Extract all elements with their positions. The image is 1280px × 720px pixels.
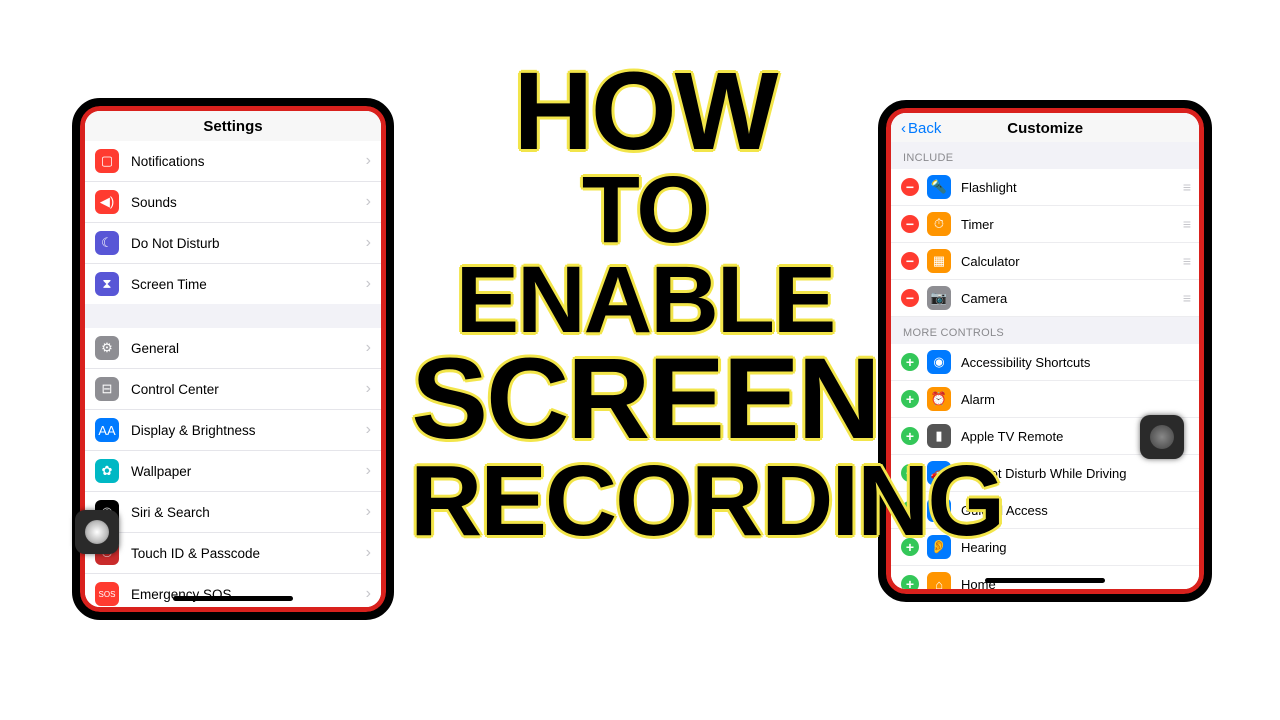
home-indicator[interactable]: [173, 596, 293, 601]
remove-button[interactable]: −: [901, 215, 919, 233]
customize-nav: ‹ Back Customize: [891, 113, 1199, 142]
alarm-icon: ⏰: [927, 387, 951, 411]
settings-phone-inner: Settings ▢Notifications›◀)Sounds›☾Do Not…: [80, 106, 386, 612]
settings-row-do-not-disturb[interactable]: ☾ Do Not Disturb›: [85, 223, 381, 264]
timer-icon: ⏱: [927, 212, 951, 236]
settings-row-label: Screen Time: [131, 277, 366, 292]
settings-section-divider: [85, 304, 381, 328]
customize-title: Customize: [901, 120, 1189, 137]
settings-row-wallpaper[interactable]: ✿ Wallpaper›: [85, 451, 381, 492]
settings-row-label: Notifications: [131, 154, 366, 169]
drag-handle-icon[interactable]: ≡: [1183, 290, 1189, 306]
chevron-right-icon: ›: [366, 462, 371, 480]
chevron-right-icon: ›: [366, 339, 371, 357]
control-row-timer[interactable]: −⏱ Timer≡: [891, 206, 1199, 243]
settings-row-label: General: [131, 341, 366, 356]
control-row-alarm[interactable]: + ⏰ Alarm: [891, 381, 1199, 418]
settings-row-label: Do Not Disturb: [131, 236, 366, 251]
control-row-label: Timer: [961, 217, 1183, 232]
chevron-right-icon: ›: [366, 421, 371, 439]
settings-title: Settings: [85, 111, 381, 141]
chevron-right-icon: ›: [366, 585, 371, 603]
sos-icon: SOS: [95, 582, 119, 606]
control-row-accessibility-shortcuts[interactable]: + ◉ Accessibility Shortcuts: [891, 344, 1199, 381]
control-row-flashlight[interactable]: −🔦 Flashlight≡: [891, 169, 1199, 206]
drag-handle-icon[interactable]: ≡: [1183, 253, 1189, 269]
display-icon: AA: [95, 418, 119, 442]
include-header: INCLUDE: [891, 142, 1199, 169]
general-icon: ⚙: [95, 336, 119, 360]
settings-row-label: Touch ID & Passcode: [131, 546, 366, 561]
assistivetouch-icon[interactable]: [1140, 415, 1184, 459]
settings-phone-frame: Settings ▢Notifications›◀)Sounds›☾Do Not…: [72, 98, 394, 620]
add-button[interactable]: +: [901, 353, 919, 371]
notif-icon: ▢: [95, 149, 119, 173]
calculator-icon: ▦: [927, 249, 951, 273]
chevron-right-icon: ›: [366, 503, 371, 521]
settings-row-label: Wallpaper: [131, 464, 366, 479]
remove-button[interactable]: −: [901, 289, 919, 307]
settings-row-general[interactable]: ⚙ General›: [85, 328, 381, 369]
chevron-right-icon: ›: [366, 380, 371, 398]
title-line-3: SCREEN: [410, 345, 880, 454]
remove-button[interactable]: −: [901, 252, 919, 270]
add-button[interactable]: +: [901, 575, 919, 589]
a11y-icon: ◉: [927, 350, 951, 374]
dnd-icon: ☾: [95, 231, 119, 255]
control-row-label: Accessibility Shortcuts: [961, 355, 1189, 370]
drag-handle-icon[interactable]: ≡: [1183, 179, 1189, 195]
settings-row-label: Sounds: [131, 195, 366, 210]
home-indicator[interactable]: [985, 578, 1105, 583]
chevron-right-icon: ›: [366, 275, 371, 293]
settings-row-notifications[interactable]: ▢ Notifications›: [85, 141, 381, 182]
control-row-label: Alarm: [961, 392, 1189, 407]
settings-row-touch-id-passcode[interactable]: ☉Touch ID & Passcode›: [85, 533, 381, 574]
control-row-label: Calculator: [961, 254, 1183, 269]
control-row-label: Flashlight: [961, 180, 1183, 195]
control-row-label: Camera: [961, 291, 1183, 306]
add-button[interactable]: +: [901, 427, 919, 445]
title-line-2: TO ENABLE: [410, 165, 880, 346]
settings-row-display-brightness[interactable]: AA Display & Brightness›: [85, 410, 381, 451]
add-button[interactable]: +: [901, 390, 919, 408]
settings-row-siri-search[interactable]: ◉Siri & Search›: [85, 492, 381, 533]
chevron-right-icon: ›: [366, 544, 371, 562]
screentime-icon: ⧗: [95, 272, 119, 296]
chevron-right-icon: ›: [366, 234, 371, 252]
settings-row-screen-time[interactable]: ⧗ Screen Time›: [85, 264, 381, 304]
sounds-icon: ◀): [95, 190, 119, 214]
wallpaper-icon: ✿: [95, 459, 119, 483]
settings-row-sounds[interactable]: ◀) Sounds›: [85, 182, 381, 223]
control-row-camera[interactable]: −📷 Camera≡: [891, 280, 1199, 317]
chevron-right-icon: ›: [366, 152, 371, 170]
settings-row-emergency-sos[interactable]: SOSEmergency SOS›: [85, 574, 381, 607]
home-icon: ⌂: [927, 572, 951, 589]
settings-row-control-center[interactable]: ⊟ Control Center›: [85, 369, 381, 410]
settings-row-label: Control Center: [131, 382, 366, 397]
more-header: MORE CONTROLS: [891, 317, 1199, 344]
control-row-calculator[interactable]: −▦ Calculator≡: [891, 243, 1199, 280]
drag-handle-icon[interactable]: ≡: [1183, 216, 1189, 232]
remove-button[interactable]: −: [901, 178, 919, 196]
thumbnail-title: HOW TO ENABLE SCREEN RECORDING: [410, 60, 880, 549]
settings-row-label: Display & Brightness: [131, 423, 366, 438]
chevron-right-icon: ›: [366, 193, 371, 211]
flashlight-icon: 🔦: [927, 175, 951, 199]
title-line-1: HOW: [410, 60, 880, 165]
camera-icon: 📷: [927, 286, 951, 310]
assistivetouch-icon[interactable]: [75, 510, 119, 554]
settings-screen: Settings ▢Notifications›◀)Sounds›☾Do Not…: [85, 111, 381, 607]
controlcenter-icon: ⊟: [95, 377, 119, 401]
settings-row-label: Siri & Search: [131, 505, 366, 520]
title-line-4: RECORDING: [410, 454, 880, 549]
